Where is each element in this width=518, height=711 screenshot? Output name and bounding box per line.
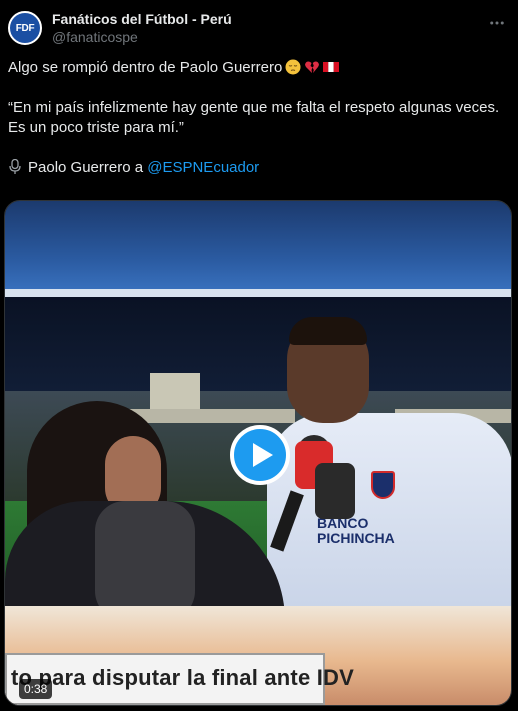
- peru-flag-icon: [323, 62, 340, 72]
- play-icon: [252, 443, 273, 467]
- tweet-credit: Paolo Guerrero a @ESPNEcuador: [8, 158, 508, 178]
- video-banner-line: [5, 289, 511, 297]
- tweet-text: Algo se rompió dentro de Paolo Guerrero …: [8, 58, 508, 198]
- more-horizontal-icon[interactable]: [486, 12, 508, 34]
- shirt-sponsor: BANCO PICHINCHA: [317, 515, 395, 546]
- tweet: FDF Fanáticos del Fútbol - Perú @fanatic…: [0, 0, 518, 711]
- tweet-header: FDF Fanáticos del Fútbol - Perú @fanatic…: [8, 6, 510, 50]
- second-microphone: [315, 463, 355, 519]
- broken-heart-icon: [305, 61, 320, 73]
- video-duration: 0:38: [19, 679, 53, 699]
- avatar[interactable]: FDF: [8, 11, 42, 45]
- tweet-line-1-text: Algo se rompió dentro de Paolo Guerrero: [8, 59, 283, 76]
- player-hair: [289, 317, 367, 345]
- credit-prefix: Paolo Guerrero a: [28, 159, 148, 176]
- tweet-quote: “En mi país infelizmente hay gente que m…: [8, 99, 504, 136]
- pensive-face-icon: [285, 59, 301, 75]
- handle[interactable]: @fanaticospe: [52, 28, 232, 46]
- tweet-line-1: Algo se rompió dentro de Paolo Guerrero: [8, 58, 508, 78]
- author-names: Fanáticos del Fútbol - Perú @fanaticospe: [52, 10, 232, 46]
- stadium-stand: [125, 409, 295, 423]
- display-name[interactable]: Fanáticos del Fútbol - Perú: [52, 10, 232, 28]
- mention-link[interactable]: @ESPNEcuador: [147, 159, 259, 176]
- microphone-icon: [9, 159, 21, 174]
- play-button[interactable]: [230, 425, 290, 485]
- video-player[interactable]: BANCO PICHINCHA to para disputar la fina…: [4, 200, 512, 706]
- stadium-tower: [150, 373, 200, 413]
- avatar-text: FDF: [15, 22, 35, 34]
- video-sky: [5, 201, 511, 296]
- video-caption: to para disputar la final ante IDV: [11, 665, 354, 690]
- reporter-scarf: [95, 501, 195, 621]
- club-crest: [371, 471, 395, 499]
